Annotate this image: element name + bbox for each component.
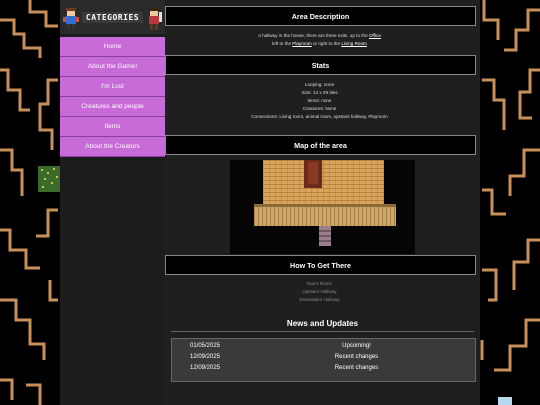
- area-map: [230, 160, 415, 254]
- map-heading: Map of the area: [165, 135, 476, 155]
- stat-connections: Connections: Living room, animal room, u…: [251, 114, 388, 119]
- news-row[interactable]: 12/09/2025 Recent changes: [172, 363, 475, 374]
- nav-item-home[interactable]: Home: [60, 37, 165, 57]
- news-heading: News and Updates: [286, 319, 359, 328]
- news-title-cell[interactable]: Upcoming!: [238, 341, 475, 352]
- news-row[interactable]: 12/09/2025 Recent changes: [172, 352, 475, 363]
- nav-item-im-lost[interactable]: I'm Lost: [60, 77, 165, 97]
- news-title-cell[interactable]: Recent changes: [238, 363, 475, 374]
- how-to-step[interactable]: Nao's Room: [165, 280, 474, 288]
- categories-header: CATEGORIES: [60, 0, 165, 34]
- sidebar: CATEGORIES Home About the Game! I'm Lost…: [60, 0, 165, 405]
- stats-list: Looping: none Size: 14 x 29 tiles Items:…: [165, 81, 474, 121]
- stat-looping: Looping: none: [304, 82, 335, 87]
- stat-creatures: Creatures: None: [302, 106, 337, 111]
- nav-item-about-the-creators[interactable]: About the Creators: [60, 137, 165, 157]
- backdrop-left: [0, 0, 60, 405]
- description-text: or right to the: [311, 41, 342, 46]
- area-description-heading: Area Description: [165, 6, 476, 26]
- news-divider: [171, 331, 474, 332]
- how-to-list: Nao's Room Upstairs Hallway Downstairs H…: [165, 280, 474, 304]
- nav-item-items[interactable]: Items: [60, 117, 165, 137]
- nav-item-about-the-game[interactable]: About the Game!: [60, 57, 165, 77]
- how-to-heading: How To Get There: [165, 255, 476, 275]
- categories-title: CATEGORIES: [81, 11, 144, 23]
- sidebar-nav: Home About the Game! I'm Lost Creatures …: [60, 37, 165, 157]
- how-to-step[interactable]: Upstairs Hallway: [165, 288, 474, 296]
- character-sprite-left-icon: [63, 8, 79, 30]
- nav-item-creatures-and-people[interactable]: Creatures and people: [60, 97, 165, 117]
- how-to-step[interactable]: Downstairs Hallway: [165, 296, 474, 304]
- link-office[interactable]: Office: [369, 33, 381, 38]
- stat-size: Size: 14 x 29 tiles: [301, 90, 338, 95]
- link-living-room[interactable]: Living Room: [341, 41, 367, 46]
- description-text: A hallway in the house, there are three …: [258, 33, 369, 38]
- stat-items: Items: none: [307, 98, 332, 103]
- news-date: 12/09/2025: [189, 354, 221, 360]
- news-date: 01/05/2025: [189, 343, 221, 349]
- stats-heading: Stats: [165, 55, 476, 75]
- link-playroom[interactable]: Playroom: [292, 41, 311, 46]
- area-description-text: A hallway in the house, there are three …: [165, 32, 474, 48]
- news-title-cell[interactable]: Recent changes: [238, 352, 475, 363]
- backdrop-right: [480, 0, 540, 405]
- news-row[interactable]: 01/05/2025 Upcoming!: [172, 341, 475, 352]
- character-sprite-right-icon: [149, 8, 162, 30]
- main-content: Area Description A hallway in the house,…: [165, 0, 480, 405]
- news-date: 12/09/2025: [189, 365, 221, 371]
- area-map-image: [254, 160, 396, 246]
- description-text: left to the: [272, 41, 293, 46]
- news-table: 01/05/2025 Upcoming! 12/09/2025 Recent c…: [171, 338, 476, 382]
